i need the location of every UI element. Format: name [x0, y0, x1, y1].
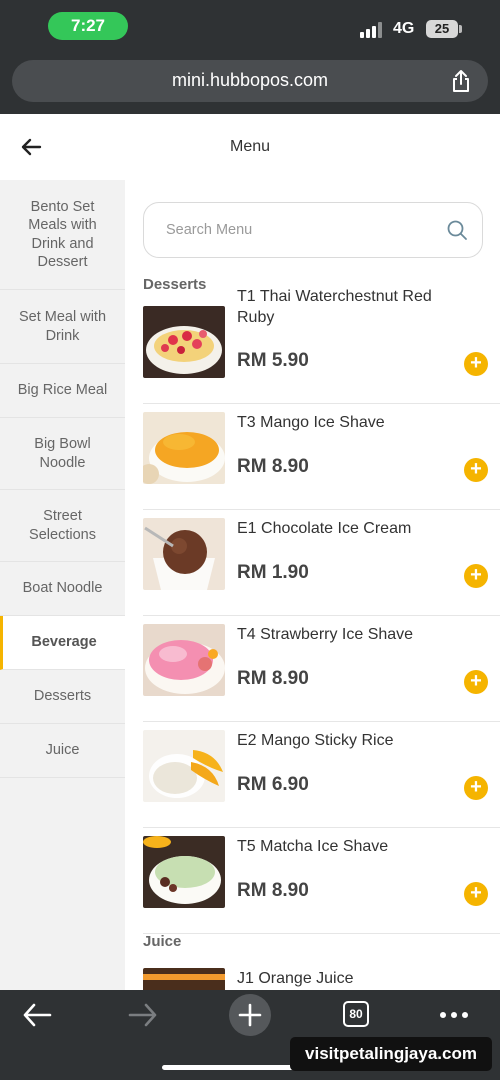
item-name: T1 Thai Waterchestnut Red Ruby: [237, 288, 432, 326]
item-name: E1 Chocolate Ice Cream: [237, 520, 412, 537]
category-sidebar: Bento Set Meals with Drink and Dessert S…: [0, 180, 125, 990]
section-title-juice: Juice: [143, 933, 182, 950]
orange-juice-photo: [143, 968, 225, 990]
clock-time: 7:27: [48, 12, 128, 40]
page-header: Menu: [0, 114, 500, 180]
mango-ice-shave-photo: [143, 412, 225, 484]
item-price: RM 1.90: [237, 562, 309, 583]
item-name: T3 Mango Ice Shave: [237, 414, 385, 431]
item-price: RM 8.90: [237, 456, 309, 477]
search-input[interactable]: Search Menu: [143, 202, 483, 258]
menu-content: Search Menu Desserts T1 Thai Waterchestn…: [125, 180, 500, 990]
item-price: RM 6.90: [237, 774, 309, 795]
share-icon[interactable]: [450, 69, 472, 93]
item-name: T5 Matcha Ice Shave: [237, 838, 389, 855]
item-price: RM 8.90: [237, 668, 309, 689]
sidebar-item-set-meal[interactable]: Set Meal with Drink: [0, 290, 125, 364]
back-arrow-icon[interactable]: [22, 1002, 52, 1028]
strawberry-ice-shave-photo: [143, 624, 225, 696]
address-bar[interactable]: mini.hubbopos.com: [12, 60, 488, 102]
mango-sticky-rice-photo: [143, 730, 225, 802]
menu-item[interactable]: T5 Matcha Ice Shave RM 8.90 +: [143, 828, 500, 934]
tabs-count-button[interactable]: 80: [343, 1001, 369, 1027]
sidebar-item-big-rice-meal[interactable]: Big Rice Meal: [0, 364, 125, 418]
sidebar-item-beverage[interactable]: Beverage: [0, 616, 125, 670]
sidebar-item-desserts[interactable]: Desserts: [0, 670, 125, 724]
matcha-ice-shave-photo: [143, 836, 225, 908]
page-title: Menu: [229, 138, 271, 155]
signal-strength-icon: [360, 22, 384, 38]
new-tab-button[interactable]: [229, 994, 271, 1036]
menu-item[interactable]: E1 Chocolate Ice Cream RM 1.90 +: [143, 510, 500, 616]
item-name: T4 Strawberry Ice Shave: [237, 626, 414, 643]
item-price: RM 8.90: [237, 880, 309, 901]
item-name: J1 Orange Juice: [237, 970, 354, 987]
menu-item[interactable]: J1 Orange Juice: [143, 960, 500, 990]
plus-icon: [238, 1003, 262, 1027]
add-to-cart-button[interactable]: +: [464, 352, 488, 376]
search-icon[interactable]: [446, 219, 468, 241]
watermark: visitpetalingjaya.com: [290, 1037, 492, 1071]
battery-level: 25: [426, 20, 458, 38]
browser-toolbar: mini.hubbopos.com: [0, 56, 500, 114]
forward-arrow-icon[interactable]: [128, 1002, 158, 1028]
chocolate-ice-cream-photo: [143, 518, 225, 590]
sidebar-item-street-selections[interactable]: Street Selections: [0, 490, 125, 562]
menu-item[interactable]: T4 Strawberry Ice Shave RM 8.90 +: [143, 616, 500, 722]
add-to-cart-button[interactable]: +: [464, 670, 488, 694]
more-options-icon[interactable]: [440, 1012, 468, 1018]
red-ruby-dessert-photo: [143, 306, 225, 378]
add-to-cart-button[interactable]: +: [464, 776, 488, 800]
add-to-cart-button[interactable]: +: [464, 564, 488, 588]
item-name: E2 Mango Sticky Rice: [237, 732, 394, 749]
battery-tip: [459, 25, 462, 33]
add-to-cart-button[interactable]: +: [464, 882, 488, 906]
menu-item[interactable]: T1 Thai Waterchestnut Red Ruby RM 5.90 +: [143, 288, 500, 404]
sidebar-item-juice[interactable]: Juice: [0, 724, 125, 778]
sidebar-item-bento-set-meals[interactable]: Bento Set Meals with Drink and Dessert: [0, 180, 125, 290]
menu-item[interactable]: T3 Mango Ice Shave RM 8.90 +: [143, 404, 500, 510]
item-price: RM 5.90: [237, 350, 309, 371]
network-type: 4G: [393, 20, 415, 37]
section-title-desserts: Desserts: [143, 276, 207, 293]
sidebar-item-boat-noodle[interactable]: Boat Noodle: [0, 562, 125, 616]
menu-item[interactable]: E2 Mango Sticky Rice RM 6.90 +: [143, 722, 500, 828]
url-text[interactable]: mini.hubbopos.com: [12, 70, 488, 91]
add-to-cart-button[interactable]: +: [464, 458, 488, 482]
search-placeholder: Search Menu: [166, 222, 253, 238]
status-bar: 7:27 4G 25: [0, 0, 500, 56]
sidebar-item-big-bowl-noodle[interactable]: Big Bowl Noodle: [0, 418, 125, 490]
